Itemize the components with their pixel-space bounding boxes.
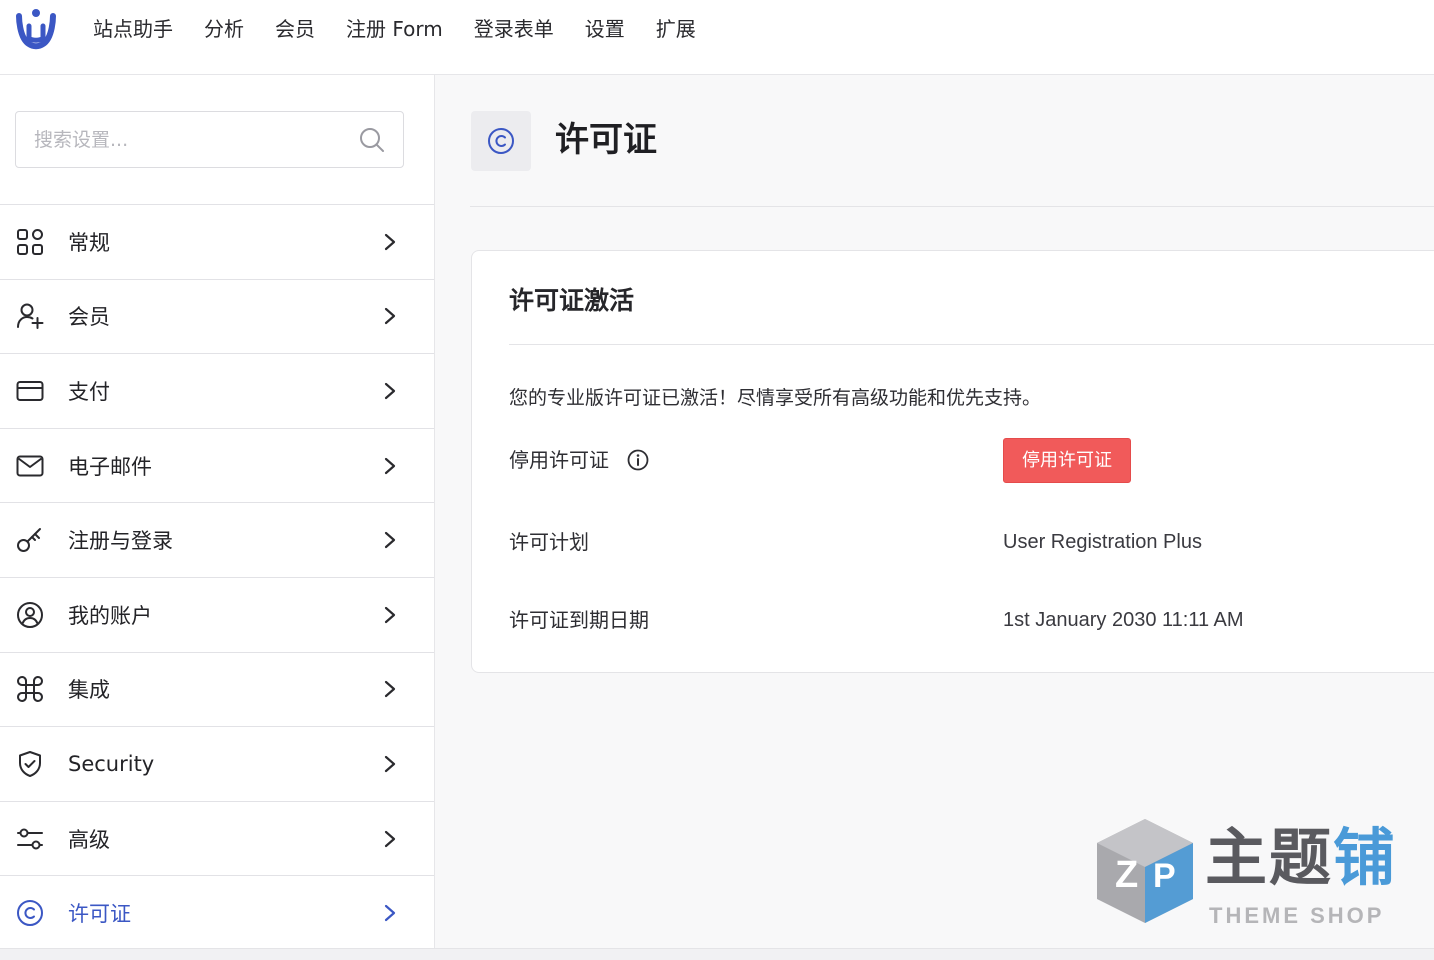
- divider: [470, 206, 1434, 207]
- app-logo-icon[interactable]: [15, 8, 57, 52]
- sidebar-item-label: Security: [68, 751, 155, 776]
- key-icon: [17, 528, 41, 553]
- sidebar-item-license[interactable]: 许可证: [0, 876, 434, 951]
- user-plus-icon: [17, 303, 44, 330]
- card-title: 许可证激活: [509, 286, 635, 315]
- topnav-item-registration-form[interactable]: 注册 Form: [346, 15, 443, 43]
- command-icon: [17, 676, 43, 703]
- sliders-icon: [17, 828, 43, 850]
- deactivate-license-label: 停用许可证: [509, 448, 609, 472]
- license-expiry-value: 1st January 2030 11:11 AM: [1003, 609, 1244, 631]
- sidebar-item-label: 常规: [68, 230, 110, 255]
- chevron-right-icon: [384, 755, 396, 773]
- topnav-item-analytics[interactable]: 分析: [204, 15, 244, 43]
- user-circle-icon: [17, 601, 43, 628]
- sidebar-item-label: 我的账户: [68, 603, 152, 628]
- license-activation-card: 许可证激活 您的专业版许可证已激活！尽情享受所有高级功能和优先支持。 停用许可证…: [471, 250, 1434, 673]
- bottom-strip: [0, 948, 1434, 960]
- sidebar-item-advanced[interactable]: 高级: [0, 802, 434, 877]
- top-nav-menu: 站点助手 分析 会员 注册 Form 登录表单 设置 扩展: [93, 15, 727, 43]
- chevron-right-icon: [384, 532, 396, 549]
- top-navigation-bar: 站点助手 分析 会员 注册 Form 登录表单 设置 扩展: [0, 0, 1434, 75]
- svg-text:Z: Z: [1115, 854, 1138, 896]
- topnav-item-login-form[interactable]: 登录表单: [474, 15, 554, 43]
- chevron-right-icon: [384, 606, 396, 623]
- page-title-badge: [471, 111, 531, 171]
- sidebar-item-label: 许可证: [68, 902, 131, 927]
- sidebar-item-security[interactable]: Security: [0, 727, 434, 802]
- sidebar-item-label: 集成: [68, 678, 110, 703]
- chevron-right-icon: [384, 382, 396, 400]
- license-expiry-label: 许可证到期日期: [509, 608, 649, 632]
- watermark-logo-icon: Z P: [1097, 819, 1193, 923]
- topnav-item-members[interactable]: 会员: [275, 15, 315, 43]
- copyright-icon: [488, 128, 514, 154]
- watermark-english-text: THEME SHOP: [1209, 903, 1385, 928]
- mail-icon: [16, 455, 44, 477]
- chevron-right-icon: [384, 830, 396, 847]
- settings-sidebar: 常规 会员 支付 电子邮件: [0, 75, 435, 960]
- sidebar-item-email[interactable]: 电子邮件: [0, 429, 434, 504]
- sidebar-item-label: 高级: [68, 827, 110, 852]
- svg-text:P: P: [1153, 857, 1176, 895]
- chevron-right-icon: [384, 681, 396, 698]
- sidebar-item-members[interactable]: 会员: [0, 280, 434, 355]
- page-title: 许可证: [555, 120, 657, 160]
- sidebar-item-general[interactable]: 常规: [0, 205, 434, 280]
- deactivate-license-button[interactable]: 停用许可证: [1003, 438, 1131, 483]
- grid-icon: [17, 228, 43, 255]
- shield-icon: [19, 750, 41, 777]
- license-plan-value: User Registration Plus: [1003, 531, 1202, 553]
- sidebar-item-registration-login[interactable]: 注册与登录: [0, 503, 434, 578]
- sidebar-item-label: 注册与登录: [68, 529, 173, 554]
- sidebar-item-payments[interactable]: 支付: [0, 354, 434, 429]
- chevron-right-icon: [384, 905, 396, 922]
- credit-card-icon: [16, 380, 44, 401]
- topnav-item-settings[interactable]: 设置: [585, 15, 625, 43]
- search-input[interactable]: [16, 112, 346, 167]
- chevron-right-icon: [384, 308, 396, 325]
- license-status-message: 您的专业版许可证已激活！尽情享受所有高级功能和优先支持。: [509, 387, 1042, 409]
- sidebar-item-integrations[interactable]: 集成: [0, 653, 434, 728]
- sidebar-item-label: 会员: [68, 305, 110, 330]
- copyright-icon: [17, 900, 43, 927]
- topnav-item-extensions[interactable]: 扩展: [656, 15, 696, 43]
- sidebar-item-label: 电子邮件: [68, 454, 152, 479]
- search-icon[interactable]: [359, 127, 385, 153]
- watermark-chinese-text: 主题铺: [1205, 821, 1398, 894]
- watermark: Z P 主题铺 THEME SHOP: [1093, 815, 1413, 935]
- sidebar-menu: 常规 会员 支付 电子邮件 注册与登录 我的账户 集成 Security 高级 …: [0, 204, 434, 951]
- chevron-right-icon: [384, 457, 396, 474]
- search-box: [15, 111, 404, 168]
- sidebar-item-label: 支付: [68, 379, 110, 404]
- sidebar-item-my-account[interactable]: 我的账户: [0, 578, 434, 653]
- chevron-right-icon: [384, 233, 396, 250]
- divider: [509, 344, 1434, 345]
- license-plan-label: 许可计划: [509, 530, 589, 554]
- info-icon[interactable]: [627, 449, 649, 471]
- topnav-item-site-assistant[interactable]: 站点助手: [93, 15, 173, 43]
